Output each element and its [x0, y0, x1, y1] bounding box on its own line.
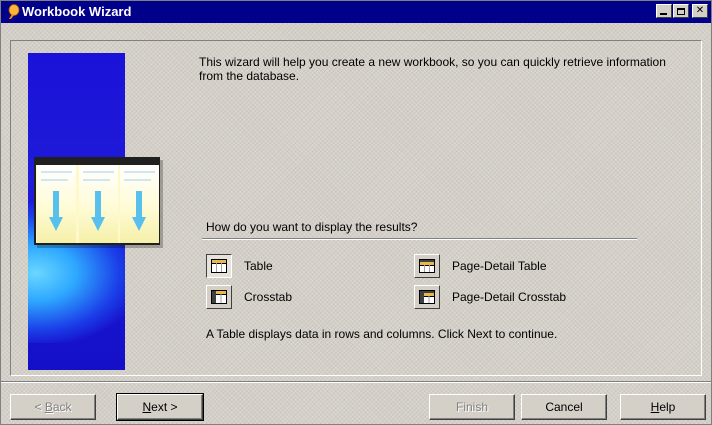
- page-detail-crosstab-icon[interactable]: [414, 285, 440, 309]
- finish-button-label: Finish: [455, 400, 488, 414]
- minimize-button[interactable]: [656, 4, 672, 18]
- cancel-button[interactable]: Cancel: [521, 394, 607, 420]
- option-crosstab[interactable]: Crosstab: [206, 285, 292, 309]
- page-detail-table-icon[interactable]: [414, 254, 440, 278]
- workbook-wizard-window: Workbook Wizard ✕ This wizard will help …: [0, 0, 712, 425]
- intro-text: This wizard will help you create a new w…: [199, 55, 666, 83]
- option-page-detail-crosstab[interactable]: Page-Detail Crosstab: [414, 285, 566, 309]
- illustration-column: [120, 165, 159, 243]
- option-table[interactable]: Table: [206, 254, 273, 278]
- help-button-label: Help: [650, 400, 676, 414]
- close-button[interactable]: ✕: [692, 4, 708, 18]
- option-page-detail-table[interactable]: Page-Detail Table: [414, 254, 547, 278]
- hint-text: A Table displays data in rows and column…: [206, 327, 558, 341]
- minimize-icon: [660, 13, 667, 15]
- window-title: Workbook Wizard: [22, 4, 132, 19]
- down-arrow-icon: [132, 191, 146, 231]
- next-button[interactable]: Next >: [116, 393, 204, 421]
- illustration-column: [37, 165, 76, 243]
- display-question: How do you want to display the results?: [206, 220, 418, 234]
- close-icon: ✕: [695, 5, 705, 16]
- cancel-button-label: Cancel: [545, 400, 583, 414]
- workbook-illustration: [34, 157, 160, 245]
- crosstab-layout-icon[interactable]: [206, 285, 232, 309]
- option-table-label: Table: [244, 259, 273, 273]
- help-button[interactable]: Help: [620, 394, 706, 420]
- title-bar[interactable]: Workbook Wizard ✕: [1, 1, 711, 23]
- option-crosstab-label: Crosstab: [244, 290, 293, 304]
- option-page-detail-crosstab-label: Page-Detail Crosstab: [452, 290, 567, 304]
- finish-button[interactable]: Finish: [429, 394, 515, 420]
- window-controls: ✕: [655, 4, 708, 18]
- down-arrow-icon: [91, 191, 105, 231]
- back-button[interactable]: < Back: [10, 394, 96, 420]
- next-button-label: Next >: [142, 400, 178, 414]
- app-logo-icon: [8, 4, 20, 19]
- option-page-detail-table-label: Page-Detail Table: [452, 259, 547, 273]
- table-layout-icon[interactable]: [206, 254, 232, 278]
- illustration-column: [79, 165, 118, 243]
- maximize-icon: [677, 7, 685, 15]
- button-bar-divider: [1, 381, 711, 383]
- down-arrow-icon: [49, 191, 63, 231]
- maximize-button[interactable]: [673, 4, 689, 18]
- back-button-label: < Back: [34, 400, 72, 414]
- question-divider: [202, 238, 637, 240]
